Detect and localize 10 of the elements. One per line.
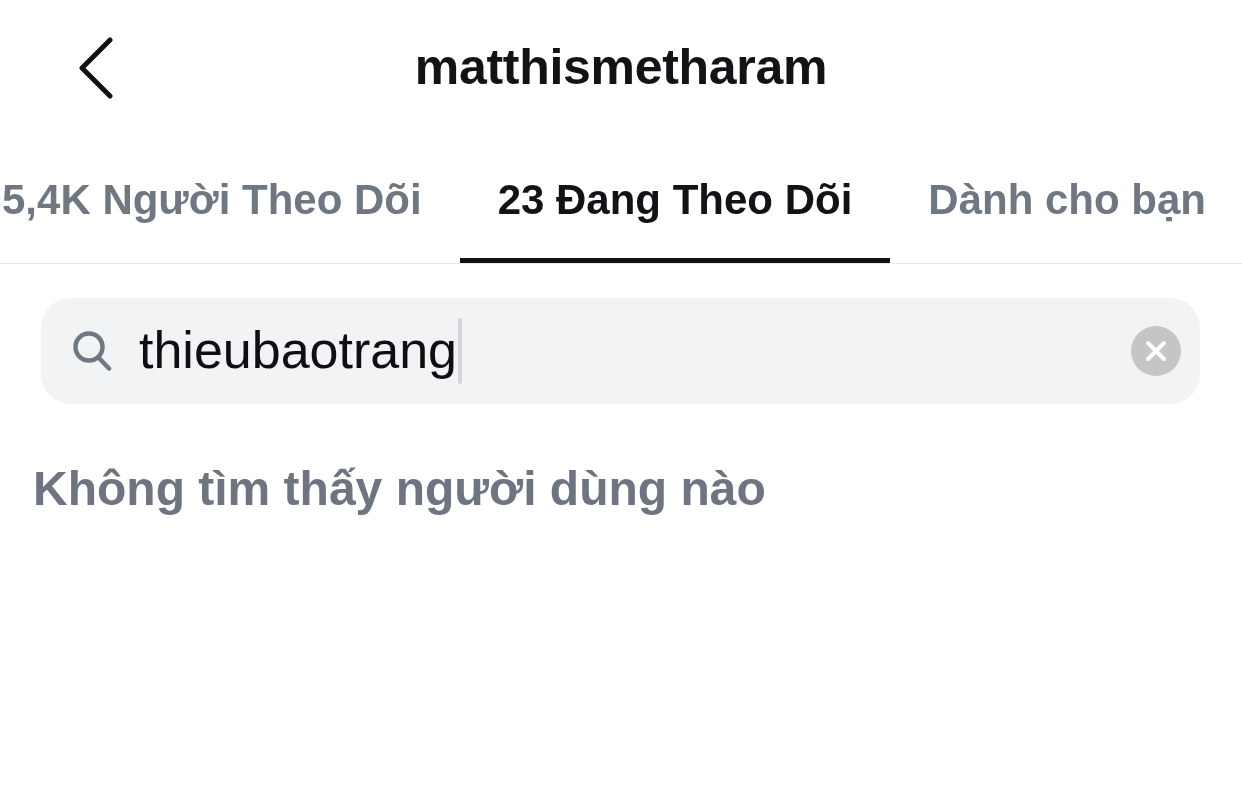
search-icon — [72, 330, 112, 372]
search-field[interactable]: thieubaotrang — [41, 298, 1200, 404]
no-results-message: Không tìm thấy người dùng nào — [33, 461, 767, 517]
tab[interactable]: 5,4K Người Theo Dõi — [0, 136, 460, 263]
chevron-left-icon — [78, 37, 114, 99]
tab[interactable]: Dành cho bạn — [890, 136, 1242, 263]
search-query-text: thieubaotrang — [139, 321, 458, 381]
clear-x-icon — [1131, 326, 1181, 376]
profile-username-title: matthismetharam — [414, 39, 828, 97]
tab[interactable]: 23 Đang Theo Dõi — [459, 136, 891, 263]
